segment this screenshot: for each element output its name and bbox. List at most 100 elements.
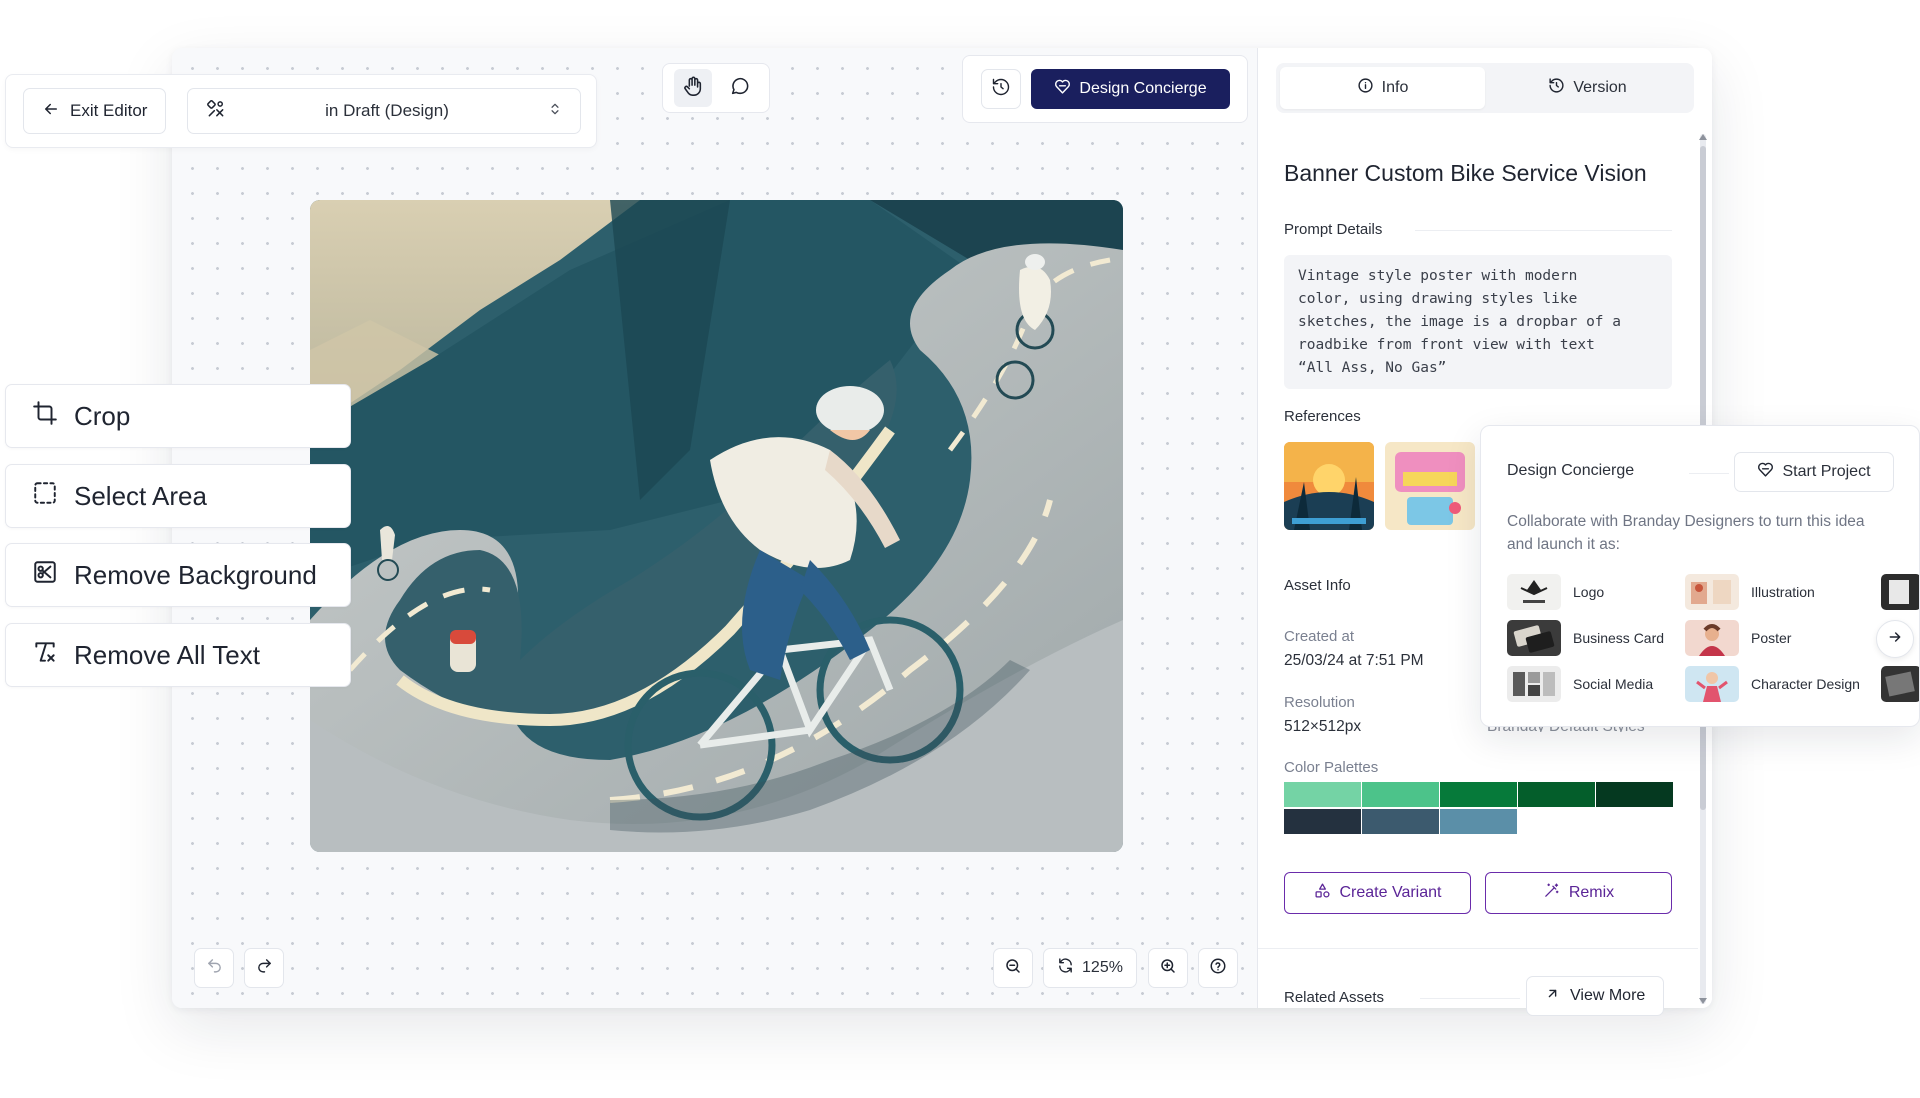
remove-background-label: Remove Background <box>74 559 317 590</box>
history-button[interactable] <box>981 69 1021 109</box>
scroll-down-arrow-icon[interactable] <box>1699 998 1707 1004</box>
color-swatch[interactable] <box>1284 808 1361 834</box>
divider <box>1420 998 1520 999</box>
crop-tool-button[interactable]: Crop <box>5 384 351 448</box>
service-option-logo[interactable]: Logo <box>1507 574 1604 610</box>
artwork-image[interactable] <box>310 200 1123 852</box>
remove-all-text-tool-button[interactable]: Remove All Text <box>5 623 351 687</box>
view-more-label: View More <box>1570 987 1646 1004</box>
undo-icon <box>206 957 223 979</box>
history-icon <box>1548 77 1565 99</box>
status-select-value: in Draft (Design) <box>325 101 449 120</box>
arrow-left-icon <box>42 100 60 123</box>
social-media-thumbnail <box>1507 666 1561 702</box>
references-heading: References <box>1284 408 1361 425</box>
magic-wand-icon <box>1543 882 1560 904</box>
select-area-tool-button[interactable]: Select Area <box>5 464 351 528</box>
remix-button[interactable]: Remix <box>1485 872 1672 914</box>
editor-topbar: Exit Editor in Draft (Design) <box>5 74 597 148</box>
undo-button[interactable] <box>194 948 234 988</box>
divider <box>1258 948 1698 949</box>
history-icon <box>991 77 1011 102</box>
color-swatch[interactable] <box>1440 782 1517 807</box>
remix-label: Remix <box>1568 884 1615 901</box>
hand-icon <box>682 75 704 102</box>
zoom-level-control[interactable]: 125% <box>1043 948 1137 988</box>
design-concierge-button[interactable]: Design Concierge <box>1031 69 1230 109</box>
service-option-character-design[interactable]: Character Design <box>1685 666 1860 702</box>
start-project-button[interactable]: Start Project <box>1734 452 1894 492</box>
poster-thumbnail <box>1685 620 1739 656</box>
exit-editor-button[interactable]: Exit Editor <box>23 88 167 134</box>
service-option-label: Logo <box>1573 584 1605 600</box>
zoom-out-button[interactable] <box>993 948 1033 988</box>
arrow-up-right-icon <box>1545 986 1560 1006</box>
start-project-label: Start Project <box>1782 463 1871 480</box>
partial-thumbnail <box>1881 666 1919 702</box>
sidebar-tabs: Info Version <box>1276 63 1694 113</box>
gem-heart-icon <box>1757 461 1774 483</box>
resolution-value: 512×512px <box>1284 718 1362 735</box>
color-swatch[interactable] <box>1362 782 1439 807</box>
tab-info[interactable]: Info <box>1280 67 1485 109</box>
service-option-label: Illustration <box>1751 584 1815 600</box>
remove-all-text-label: Remove All Text <box>74 639 260 670</box>
scroll-up-arrow-icon[interactable] <box>1699 134 1707 140</box>
concierge-toolbar: Design Concierge <box>962 55 1248 123</box>
comment-tool-button[interactable] <box>721 69 759 107</box>
character-design-thumbnail <box>1685 666 1739 702</box>
status-select[interactable]: in Draft (Design) <box>187 88 581 134</box>
create-variant-label: Create Variant <box>1339 884 1442 901</box>
help-button[interactable] <box>1198 948 1238 988</box>
chevron-updown-icon <box>548 101 562 121</box>
reference-thumbnail[interactable] <box>1385 442 1475 530</box>
color-swatch[interactable] <box>1362 808 1439 834</box>
view-more-button[interactable]: View More <box>1526 976 1665 1016</box>
created-at-value: 25/03/24 at 7:51 PM <box>1284 652 1424 669</box>
color-swatch[interactable] <box>1284 782 1361 807</box>
business-card-thumbnail <box>1507 620 1561 656</box>
color-palettes-label: Color Palettes <box>1284 759 1379 776</box>
create-variant-button[interactable]: Create Variant <box>1284 872 1471 914</box>
carousel-next-button[interactable] <box>1876 620 1914 658</box>
color-swatch[interactable] <box>1596 782 1673 807</box>
color-swatch[interactable] <box>1518 782 1595 807</box>
service-option-illustration[interactable]: Illustration <box>1685 574 1815 610</box>
design-tools-icon <box>206 99 226 124</box>
illustration-thumbnail <box>1685 574 1739 610</box>
service-option-poster[interactable]: Poster <box>1685 620 1791 656</box>
zoom-in-icon <box>1159 957 1177 980</box>
service-option-label: Social Media <box>1573 676 1654 692</box>
zoom-in-button[interactable] <box>1148 948 1188 988</box>
created-at-label: Created at <box>1284 628 1355 645</box>
remove-background-icon <box>32 559 58 592</box>
remove-background-tool-button[interactable]: Remove Background <box>5 543 351 607</box>
design-concierge-label: Design Concierge <box>1079 80 1207 97</box>
color-swatch[interactable] <box>1440 808 1517 834</box>
design-concierge-popup: Design Concierge Start Project Collabora… <box>1480 425 1920 727</box>
shapes-icon <box>1314 882 1331 904</box>
resolution-label: Resolution <box>1284 694 1355 711</box>
tab-version[interactable]: Version <box>1485 67 1690 109</box>
popup-description: Collaborate with Branday Designers to tu… <box>1507 513 1865 553</box>
tab-version-label: Version <box>1573 79 1627 96</box>
popup-title: Design Concierge <box>1507 462 1635 479</box>
redo-button[interactable] <box>244 948 284 988</box>
prompt-text: Vintage style poster with modern color, … <box>1284 255 1672 389</box>
hand-tool-button[interactable] <box>673 69 712 107</box>
reset-zoom-icon <box>1057 957 1074 979</box>
help-icon <box>1209 957 1227 980</box>
service-option-label: Character Design <box>1751 676 1860 692</box>
prompt-details-heading: Prompt Details <box>1284 221 1383 238</box>
zoom-level-value: 125% <box>1082 959 1123 976</box>
select-area-icon <box>32 480 58 513</box>
reference-thumbnail[interactable] <box>1284 442 1374 530</box>
divider <box>1689 473 1729 474</box>
canvas-tool-group <box>662 63 770 113</box>
partial-thumbnail <box>1881 574 1919 610</box>
service-option-business-card[interactable]: Business Card <box>1507 620 1664 656</box>
service-option-social-media[interactable]: Social Media <box>1507 666 1653 702</box>
asset-title: Banner Custom Bike Service Vision <box>1284 160 1647 186</box>
remove-text-icon <box>32 639 58 672</box>
tab-info-label: Info <box>1381 79 1409 96</box>
